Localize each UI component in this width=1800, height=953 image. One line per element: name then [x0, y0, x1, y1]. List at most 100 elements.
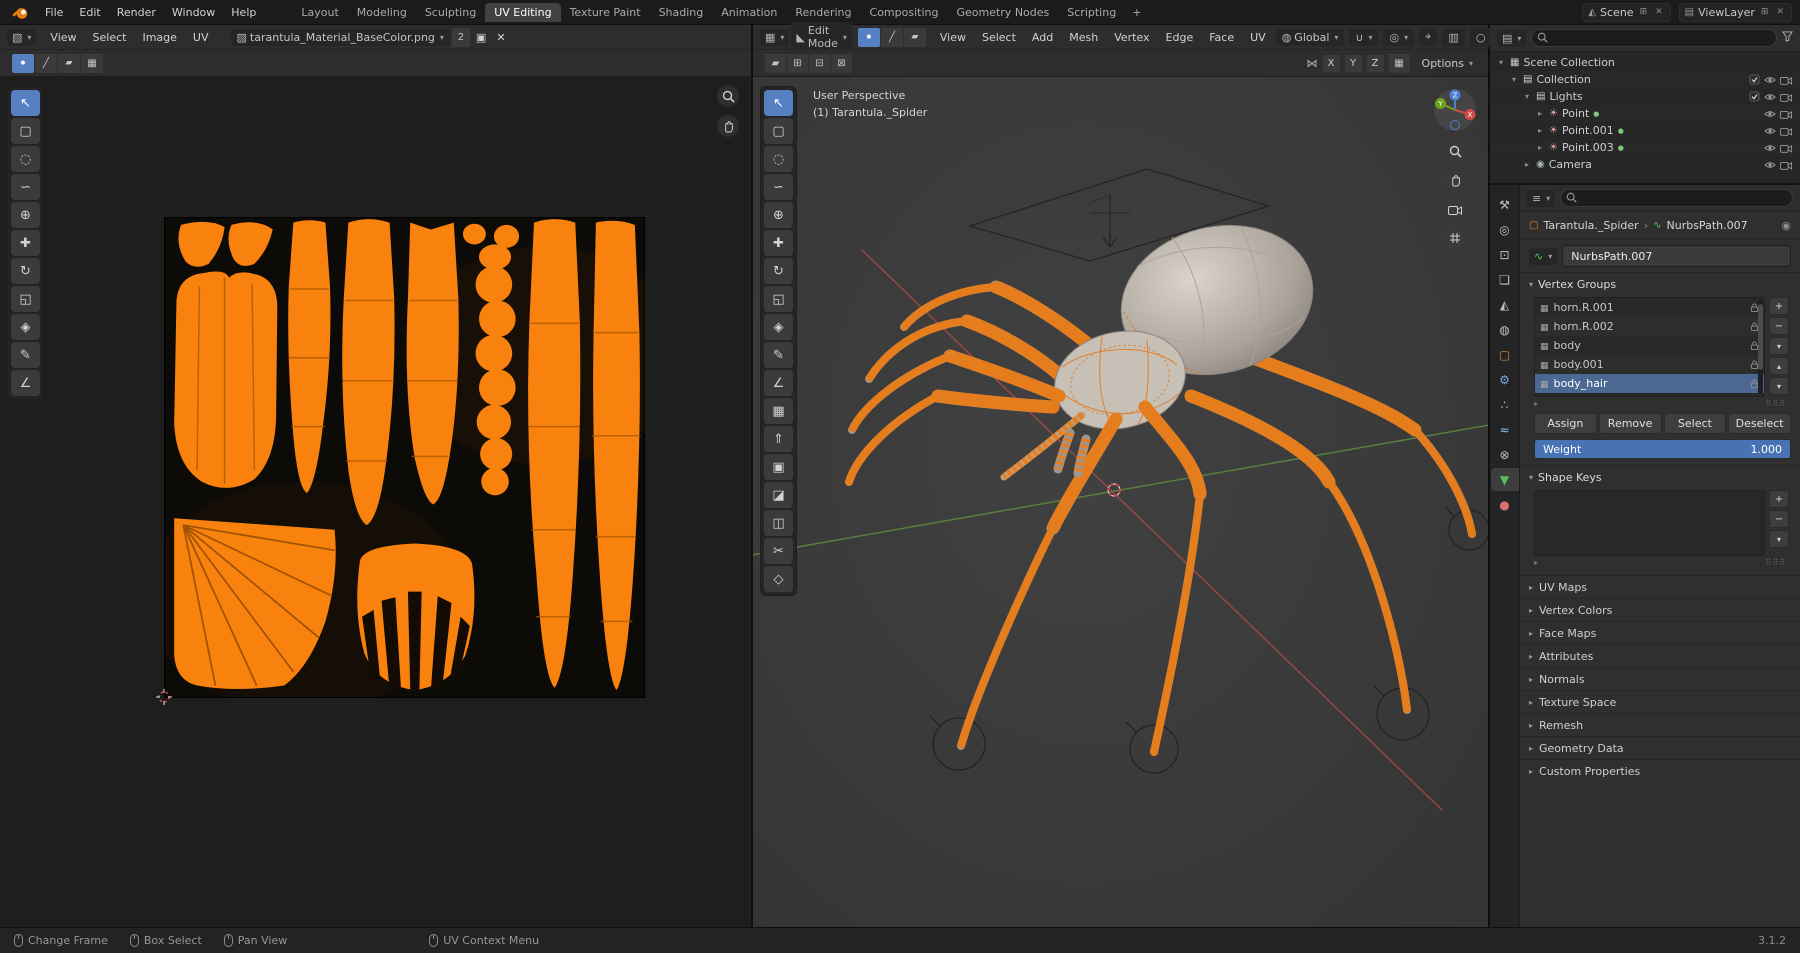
viewport-menu-item[interactable]: Vertex	[1106, 29, 1157, 46]
disclosure-caret-icon[interactable]: ▸	[1535, 109, 1545, 118]
disable-render-icon[interactable]	[1780, 143, 1792, 153]
outliner-row[interactable]: ▸ ☀ Point.003 ●	[1490, 139, 1800, 156]
disable-render-icon[interactable]	[1780, 160, 1792, 170]
zoom-icon[interactable]	[1444, 140, 1466, 162]
subpanel-caret-icon[interactable]: ▸	[1534, 558, 1538, 567]
add-shape-key-button[interactable]	[1769, 490, 1789, 508]
disclosure-caret-icon[interactable]: ▾	[1496, 58, 1506, 67]
viewport-tool-button[interactable]: ↻	[764, 258, 793, 284]
image-selector[interactable]: ▨ tarantula_Material_BaseColor.png	[230, 28, 450, 46]
hide-eye-icon[interactable]	[1764, 92, 1776, 102]
viewport-tool-button[interactable]: ✚	[764, 230, 793, 256]
collapsed-panel-header[interactable]: Face Maps	[1520, 621, 1800, 644]
viewport-tool-button[interactable]: ∠	[764, 370, 793, 396]
exclude-checkbox[interactable]	[1749, 74, 1760, 85]
properties-tab[interactable]: ●	[1491, 493, 1519, 516]
properties-search-input[interactable]	[1560, 189, 1793, 207]
vertex-group-list[interactable]: horn.R.001 horn.R.002	[1534, 297, 1765, 397]
uv-tool-button[interactable]: ◈	[11, 314, 40, 340]
viewport-tool-button[interactable]: ⇑	[764, 426, 793, 452]
pan-hand-icon[interactable]	[717, 115, 739, 137]
image-users-count[interactable]: 2	[451, 27, 470, 47]
workspace-tab[interactable]: Layout	[292, 3, 347, 22]
viewport-tool-button[interactable]: ◪	[764, 482, 793, 508]
viewport-tool-button[interactable]: ⊕	[764, 202, 793, 228]
workspace-tab[interactable]: Modeling	[348, 3, 416, 22]
shape-key-list[interactable]	[1534, 490, 1765, 556]
viewport-tool-button[interactable]: ✎	[764, 342, 793, 368]
vertex-group-row[interactable]: body.001	[1535, 355, 1764, 374]
mirror-axis-toggle[interactable]: Y	[1344, 54, 1362, 72]
list-resize-grip[interactable]: ⠿⠿⠿	[1765, 399, 1786, 408]
outliner-row[interactable]: ▸ ◉ Camera	[1490, 156, 1800, 173]
uv-tool-button[interactable]: ⊕	[11, 202, 40, 228]
uv-image-texture[interactable]	[164, 217, 645, 698]
disclosure-caret-icon[interactable]: ▸	[1522, 160, 1532, 169]
menu-item[interactable]: Render	[109, 4, 164, 21]
vertex-group-action-button[interactable]: Assign	[1534, 413, 1597, 434]
mode-dropdown[interactable]: ◣ Edit Mode	[791, 22, 852, 52]
vertex-groups-panel-header[interactable]: Vertex Groups	[1520, 272, 1800, 295]
uv-select-vertex-icon[interactable]	[12, 53, 34, 73]
select-new-icon[interactable]: ▰	[765, 53, 786, 73]
uv-tool-button[interactable]: ◌	[11, 146, 40, 172]
collapsed-panel-header[interactable]: Remesh	[1520, 713, 1800, 736]
datablock-selector[interactable]: ∿	[1529, 247, 1558, 265]
remove-vertex-group-button[interactable]	[1769, 317, 1789, 335]
new-scene-icon[interactable]: ⊞	[1638, 7, 1650, 17]
workspace-tab[interactable]: Animation	[712, 3, 786, 22]
uv-menu-item[interactable]: Select	[85, 29, 135, 46]
move-group-up-button[interactable]	[1769, 357, 1789, 375]
properties-tab[interactable]: ⚒	[1491, 193, 1519, 216]
snap-dropdown[interactable]: ∪	[1349, 28, 1379, 46]
unlink-scene-icon[interactable]: ✕	[1653, 7, 1665, 17]
properties-tab[interactable]: ◍	[1491, 318, 1519, 341]
uv-tool-button[interactable]: ▢	[11, 118, 40, 144]
zoom-icon[interactable]	[717, 85, 739, 107]
outliner-row[interactable]: ▸ ☀ Point.001 ●	[1490, 122, 1800, 139]
disclosure-caret-icon[interactable]: ▾	[1509, 75, 1519, 84]
orientation-dropdown[interactable]: ◍ Global	[1275, 28, 1345, 46]
vertex-group-row[interactable]: horn.R.002	[1535, 317, 1764, 336]
properties-tab[interactable]: ◎	[1491, 218, 1519, 241]
editor-type-button[interactable]: ≡	[1527, 189, 1556, 207]
uv-select-edge-icon[interactable]	[35, 53, 57, 73]
properties-tab[interactable]: ⚙	[1491, 368, 1519, 391]
viewport-tool-button[interactable]: ◇	[764, 566, 793, 592]
uv-select-island-icon[interactable]	[81, 53, 103, 73]
camera-view-icon[interactable]	[1444, 198, 1466, 220]
shape-keys-panel-header[interactable]: Shape Keys	[1520, 465, 1800, 488]
workspace-tab[interactable]: UV Editing	[485, 2, 561, 22]
workspace-tab[interactable]: Geometry Nodes	[947, 3, 1058, 22]
viewport-menu-item[interactable]: UV	[1242, 29, 1274, 46]
datablock-name-input[interactable]	[1562, 245, 1791, 267]
viewport-tool-button[interactable]: ◱	[764, 286, 793, 312]
collapsed-panel-header[interactable]: Attributes	[1520, 644, 1800, 667]
properties-tab[interactable]: ▢	[1491, 343, 1519, 366]
uv-menu-item[interactable]: UV	[185, 29, 217, 46]
menu-item[interactable]: Edit	[71, 4, 108, 21]
outliner-row[interactable]: ▾ ▦ Scene Collection	[1490, 54, 1800, 71]
uv-2d-cursor[interactable]	[156, 689, 172, 708]
face-select-icon[interactable]	[903, 27, 926, 47]
viewport-menu-item[interactable]: Add	[1024, 29, 1061, 46]
hide-eye-icon[interactable]	[1764, 109, 1776, 119]
disable-render-icon[interactable]	[1780, 92, 1792, 102]
outliner-row[interactable]: ▸ ☀ Point ●	[1490, 105, 1800, 122]
unlink-image-icon[interactable]: ✕	[492, 29, 509, 46]
properties-tab[interactable]: ◭	[1491, 293, 1519, 316]
select-extend-icon[interactable]: ⊞	[787, 53, 808, 73]
collapsed-panel-header[interactable]: Normals	[1520, 667, 1800, 690]
viewport-canvas[interactable]: ↖ ▢ ◌ ∽ ⊕ ✚ ↻ ◱ ◈ ✎ ∠ ▦ ⇑ ▣ ◪ ◫ ✂ ◇ User Perspective (1) …	[753, 77, 1488, 927]
breadcrumb-data[interactable]: NurbsPath.007	[1667, 219, 1748, 232]
vertex-group-action-button[interactable]: Deselect	[1728, 413, 1791, 434]
uv-tool-button[interactable]: ↖	[11, 90, 40, 116]
collapsed-panel-header[interactable]: Vertex Colors	[1520, 598, 1800, 621]
vertex-group-row[interactable]: body	[1535, 336, 1764, 355]
vertex-group-specials-button[interactable]	[1769, 337, 1789, 355]
uv-tool-button[interactable]: ∠	[11, 370, 40, 396]
options-dropdown[interactable]: Options	[1415, 55, 1480, 72]
viewport-tool-button[interactable]: ◈	[764, 314, 793, 340]
menu-item[interactable]: Help	[223, 4, 264, 21]
list-scrollbar[interactable]	[1758, 300, 1763, 394]
